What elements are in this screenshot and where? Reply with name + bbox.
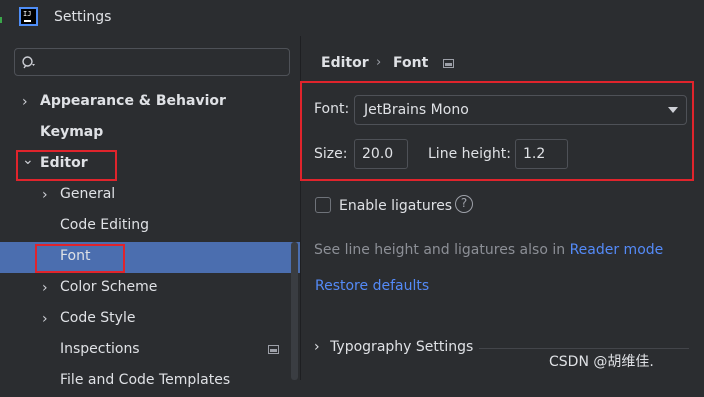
search-input[interactable] bbox=[14, 48, 290, 76]
ligatures-checkbox[interactable] bbox=[315, 197, 331, 213]
chevron-right-icon: › bbox=[42, 280, 48, 296]
project-scope-icon bbox=[268, 345, 279, 354]
edge-marker bbox=[0, 17, 2, 23]
sidebar-item-keymap[interactable]: Keymap bbox=[0, 118, 300, 149]
reader-mode-hint: See line height and ligatures also in Re… bbox=[314, 242, 663, 258]
sidebar-item-color-scheme[interactable]: › Color Scheme bbox=[0, 273, 300, 304]
search-icon bbox=[22, 56, 35, 69]
sidebar-item-file-templates[interactable]: File and Code Templates bbox=[0, 366, 300, 397]
intellij-app-icon: IJ bbox=[19, 7, 38, 26]
project-scope-icon bbox=[443, 59, 454, 68]
sidebar-item-code-editing[interactable]: Code Editing bbox=[0, 211, 300, 242]
sidebar-item-label: Keymap bbox=[40, 124, 104, 140]
highlight-font-settings bbox=[300, 81, 694, 181]
highlight-editor bbox=[16, 150, 117, 181]
sidebar-item-label: Appearance & Behavior bbox=[40, 93, 226, 109]
sidebar-item-general[interactable]: › General bbox=[0, 180, 300, 211]
chevron-right-icon: › bbox=[22, 94, 28, 110]
sidebar-item-inspections[interactable]: Inspections bbox=[0, 335, 300, 366]
typography-label: Typography Settings bbox=[330, 339, 474, 355]
window-title: Settings bbox=[54, 9, 112, 25]
sidebar-item-label: Code Editing bbox=[60, 217, 150, 233]
reader-mode-link[interactable]: Reader mode bbox=[570, 242, 664, 258]
chevron-right-icon: › bbox=[42, 311, 48, 327]
help-icon[interactable]: ? bbox=[455, 195, 473, 213]
breadcrumb-current: Font bbox=[393, 55, 429, 71]
section-separator bbox=[479, 348, 689, 349]
sidebar-scrollbar[interactable] bbox=[291, 242, 298, 380]
sidebar-item-label: Color Scheme bbox=[60, 279, 158, 295]
sidebar-item-label: General bbox=[60, 186, 116, 202]
ligatures-label[interactable]: Enable ligatures bbox=[339, 198, 452, 214]
restore-defaults-link[interactable]: Restore defaults bbox=[315, 278, 429, 294]
watermark: CSDN @胡维佳. bbox=[549, 354, 654, 370]
sidebar-item-label: Code Style bbox=[60, 310, 136, 326]
breadcrumb-parent[interactable]: Editor bbox=[321, 55, 369, 71]
sidebar-item-code-style[interactable]: › Code Style bbox=[0, 304, 300, 335]
typography-settings-toggle[interactable]: › Typography Settings bbox=[314, 339, 473, 355]
chevron-right-icon: › bbox=[314, 339, 320, 355]
sidebar-item-label: Inspections bbox=[60, 341, 140, 357]
title-bar: IJ Settings bbox=[0, 0, 704, 36]
highlight-font-item bbox=[35, 244, 125, 273]
settings-sidebar: › Appearance & Behavior Keymap ⌄ Editor … bbox=[0, 36, 300, 388]
sidebar-item-appearance[interactable]: › Appearance & Behavior bbox=[0, 87, 300, 118]
sidebar-item-label: File and Code Templates bbox=[60, 372, 231, 388]
breadcrumb-separator: › bbox=[376, 55, 382, 70]
chevron-right-icon: › bbox=[42, 187, 48, 203]
hint-text: See line height and ligatures also in bbox=[314, 242, 570, 258]
